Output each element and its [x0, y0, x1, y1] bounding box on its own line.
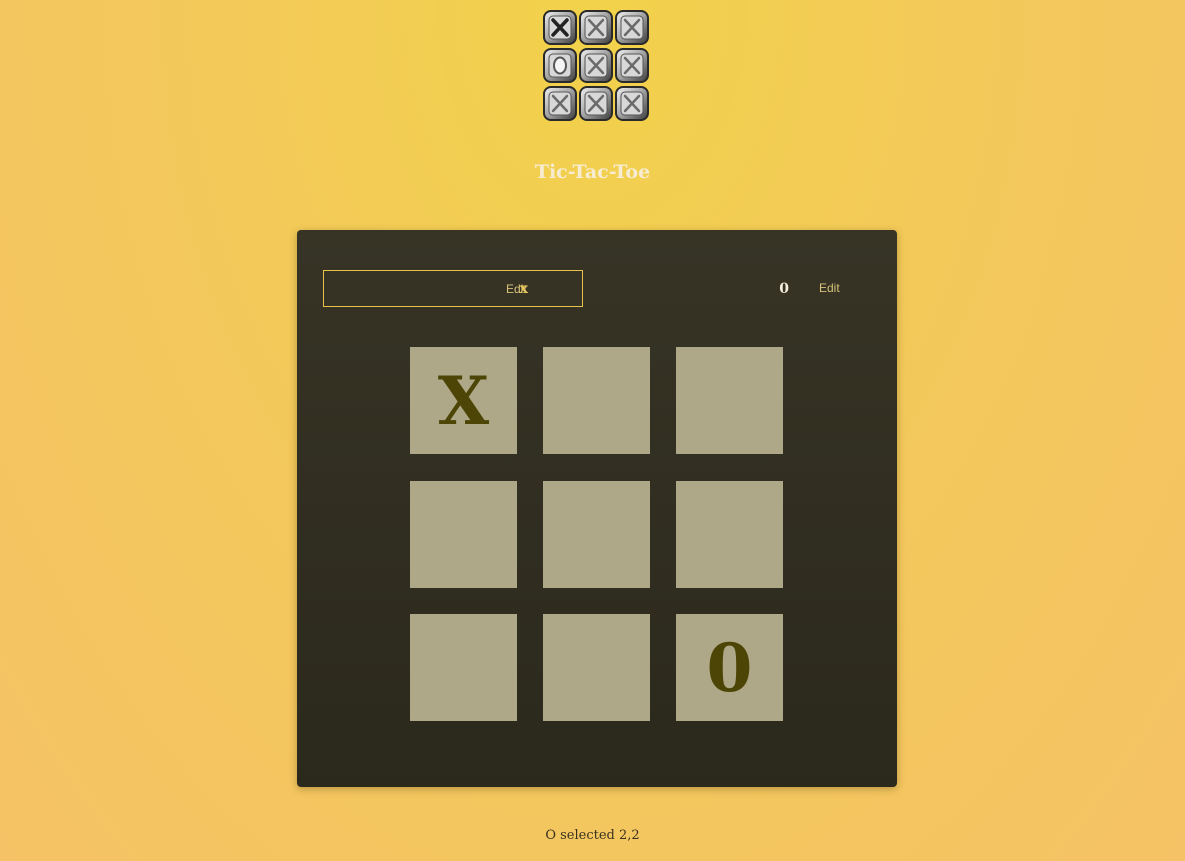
logo-tile — [543, 10, 577, 45]
cell-mark: X — [437, 361, 490, 440]
player-o-slot[interactable]: 0 Edit — [753, 270, 873, 307]
logo-tile — [579, 86, 613, 121]
logo-tile — [615, 10, 649, 45]
logo-tile — [543, 48, 577, 83]
player-o-mark: 0 — [779, 280, 789, 297]
edit-player-x-button[interactable]: Edit — [506, 282, 527, 296]
cell-mark: 0 — [706, 628, 753, 707]
page-title: Tic-Tac-Toe — [534, 161, 651, 183]
status-message: O selected 2,2 — [545, 828, 640, 843]
edit-player-o-button[interactable]: Edit — [819, 281, 840, 295]
board-cell-0-1[interactable] — [543, 347, 650, 454]
logo-tile — [615, 86, 649, 121]
logo-tile — [615, 48, 649, 83]
board-cell-1-0[interactable] — [410, 481, 517, 588]
logo-tile — [579, 10, 613, 45]
player-x-slot[interactable]: x Edit — [323, 270, 583, 307]
board-cell-2-1[interactable] — [543, 614, 650, 721]
board-cell-1-2[interactable] — [676, 481, 783, 588]
logo-tile — [579, 48, 613, 83]
board-cell-2-2[interactable]: 0 — [676, 614, 783, 721]
game-panel: x Edit 0 Edit X 0 — [297, 230, 897, 787]
board-cell-1-1[interactable] — [543, 481, 650, 588]
logo-tile — [543, 86, 577, 121]
board-cell-2-0[interactable] — [410, 614, 517, 721]
board-cell-0-2[interactable] — [676, 347, 783, 454]
tic-tac-toe-logo-icon — [543, 10, 649, 121]
board-cell-0-0[interactable]: X — [410, 347, 517, 454]
